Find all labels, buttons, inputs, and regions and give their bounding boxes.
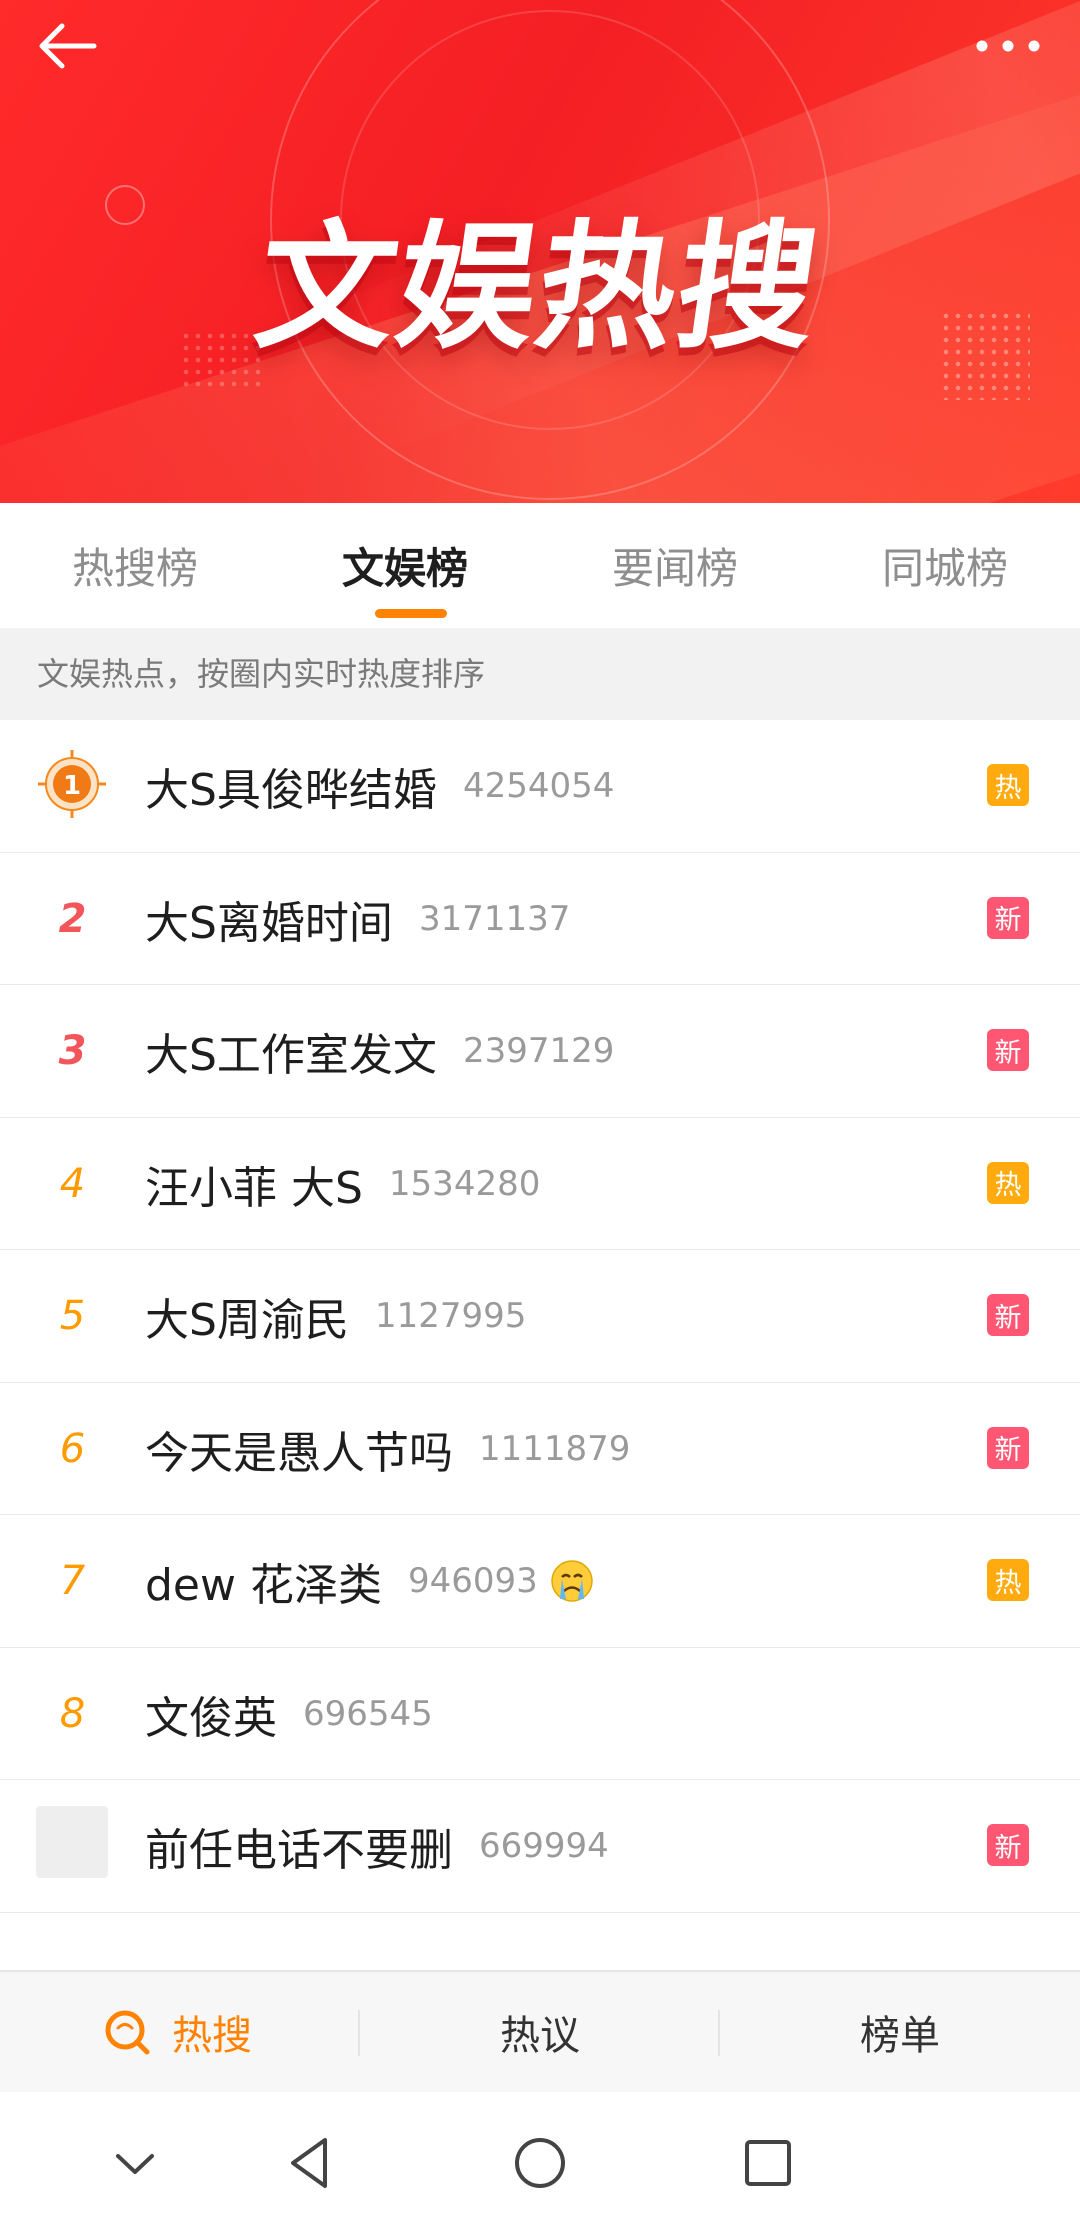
new-badge: 新 — [987, 1029, 1029, 1071]
new-badge: 新 — [987, 1426, 1029, 1469]
new-badge: 新 — [987, 896, 1029, 939]
nav-hot-search[interactable]: 热搜 — [0, 1972, 360, 2092]
item-count: 1127995 — [374, 1296, 527, 1336]
item-count: 946093 — [407, 1561, 538, 1601]
rank-1-medal-icon: 1 — [38, 750, 106, 818]
rank-placeholder — [36, 1806, 108, 1878]
item-count: 696545 — [303, 1693, 433, 1734]
list-item[interactable]: 4 汪小菲 大S 1534280 热 — [0, 1117, 1080, 1250]
list-item[interactable]: 6 今天是愚人节吗 1111879 新 — [0, 1382, 1080, 1515]
banner: 文娱热搜 — [0, 0, 1080, 503]
tab-local[interactable]: 同城榜 — [810, 503, 1080, 628]
back-arrow-icon — [39, 23, 97, 69]
item-count: 2397129 — [462, 1031, 615, 1071]
item-title: 大S周渝民 — [145, 1295, 349, 1346]
item-count: 3171137 — [418, 898, 571, 939]
nav-label: 榜单 — [860, 2013, 940, 2059]
svg-text:1: 1 — [63, 771, 81, 801]
item-title: 前任电话不要删 — [145, 1825, 453, 1876]
recent-apps-square-icon[interactable] — [733, 2128, 803, 2198]
tab-entertainment[interactable]: 文娱榜 — [270, 503, 540, 628]
item-count: 4254054 — [462, 766, 615, 806]
item-count: 669994 — [479, 1826, 609, 1866]
list-item[interactable]: 3 大S工作室发文 2397129 新 — [0, 985, 1080, 1118]
hot-badge: 热 — [987, 1161, 1029, 1204]
item-count: 1534280 — [388, 1163, 541, 1204]
hot-search-icon — [105, 2010, 150, 2055]
more-dots-icon — [976, 40, 1040, 52]
item-title: 文俊英 — [145, 1692, 277, 1744]
hot-badge: 热 — [987, 1559, 1029, 1601]
back-button[interactable] — [28, 14, 108, 78]
back-triangle-icon[interactable] — [275, 2128, 345, 2198]
item-title: 大S离婚时间 — [145, 897, 393, 949]
list-item[interactable]: 1 大S具俊晔结婚 4254054 热 — [0, 720, 1080, 853]
list-item[interactable]: 前任电话不要删 669994 新 — [0, 1780, 1080, 1913]
nav-label: 热搜 — [172, 2013, 252, 2059]
bottom-navigation: 热搜 热议 榜单 — [0, 1970, 1080, 2092]
nav-label: 热议 — [500, 2013, 580, 2059]
item-rank: 6 — [59, 1425, 86, 1472]
list-item[interactable]: 7 dew 花泽类 946093 热 — [0, 1515, 1080, 1648]
system-navigation-bar — [0, 2092, 1080, 2234]
ranking-tabs: 热搜榜 文娱榜 要闻榜 同城榜 — [0, 503, 1080, 628]
chevron-down-icon[interactable] — [100, 2128, 170, 2198]
item-title: dew 花泽类 — [145, 1560, 382, 1611]
new-badge: 新 — [987, 1294, 1029, 1336]
hot-list: 1 大S具俊晔结婚 4254054 热 2 大S离婚时间 3171137 新 3… — [0, 720, 1080, 1970]
item-title: 汪小菲 大S — [145, 1162, 363, 1214]
new-badge: 新 — [987, 1824, 1029, 1866]
item-title: 大S工作室发文 — [145, 1030, 437, 1081]
hot-badge: 热 — [987, 764, 1029, 806]
home-circle-icon[interactable] — [505, 2128, 575, 2198]
item-rank: 2 — [58, 895, 87, 942]
list-item[interactable]: 2 大S离婚时间 3171137 新 — [0, 852, 1080, 985]
more-button[interactable] — [970, 14, 1060, 78]
tab-hot-search[interactable]: 热搜榜 — [0, 503, 270, 628]
tab-news[interactable]: 要闻榜 — [540, 503, 810, 628]
item-title: 大S具俊晔结婚 — [145, 765, 437, 816]
list-item[interactable]: 5 大S周渝民 1127995 新 — [0, 1250, 1080, 1383]
list-description: 文娱热点，按圈内实时热度排序 — [0, 628, 1080, 720]
nav-ranking[interactable]: 榜单 — [720, 1972, 1080, 2092]
item-title: 今天是愚人节吗 — [145, 1427, 453, 1479]
item-rank: 3 — [58, 1028, 87, 1074]
item-rank: 5 — [59, 1293, 86, 1339]
item-rank: 7 — [59, 1558, 86, 1604]
list-item[interactable]: 8 文俊英 696545 — [0, 1647, 1080, 1780]
nav-discussion[interactable]: 热议 — [360, 1972, 720, 2092]
crying-face-icon — [551, 1560, 593, 1602]
item-count: 1111879 — [479, 1428, 631, 1469]
item-rank: 8 — [59, 1690, 86, 1737]
item-rank: 4 — [59, 1160, 86, 1207]
banner-title: 文娱热搜 — [246, 207, 830, 368]
